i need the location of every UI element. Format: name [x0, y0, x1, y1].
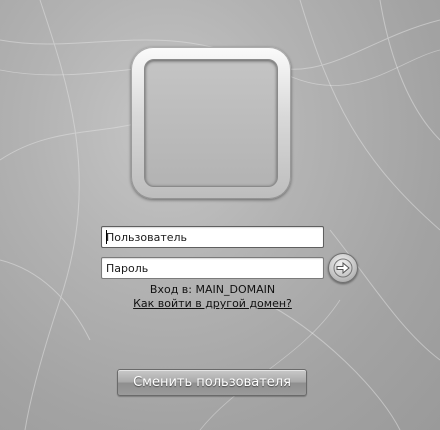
- text-caret: [106, 230, 107, 244]
- logon-to-label: Вход в:: [149, 283, 192, 296]
- user-picture: [144, 59, 278, 187]
- username-input[interactable]: [101, 226, 324, 248]
- arrow-right-icon: [333, 258, 353, 278]
- submit-button[interactable]: [328, 253, 358, 283]
- switch-user-button[interactable]: Сменить пользователя: [117, 369, 307, 396]
- domain-name: MAIN_DOMAIN: [195, 283, 276, 296]
- other-domain-link[interactable]: Как войти в другой домен?: [101, 297, 324, 311]
- password-input[interactable]: [101, 257, 324, 279]
- user-picture-frame: [131, 47, 291, 199]
